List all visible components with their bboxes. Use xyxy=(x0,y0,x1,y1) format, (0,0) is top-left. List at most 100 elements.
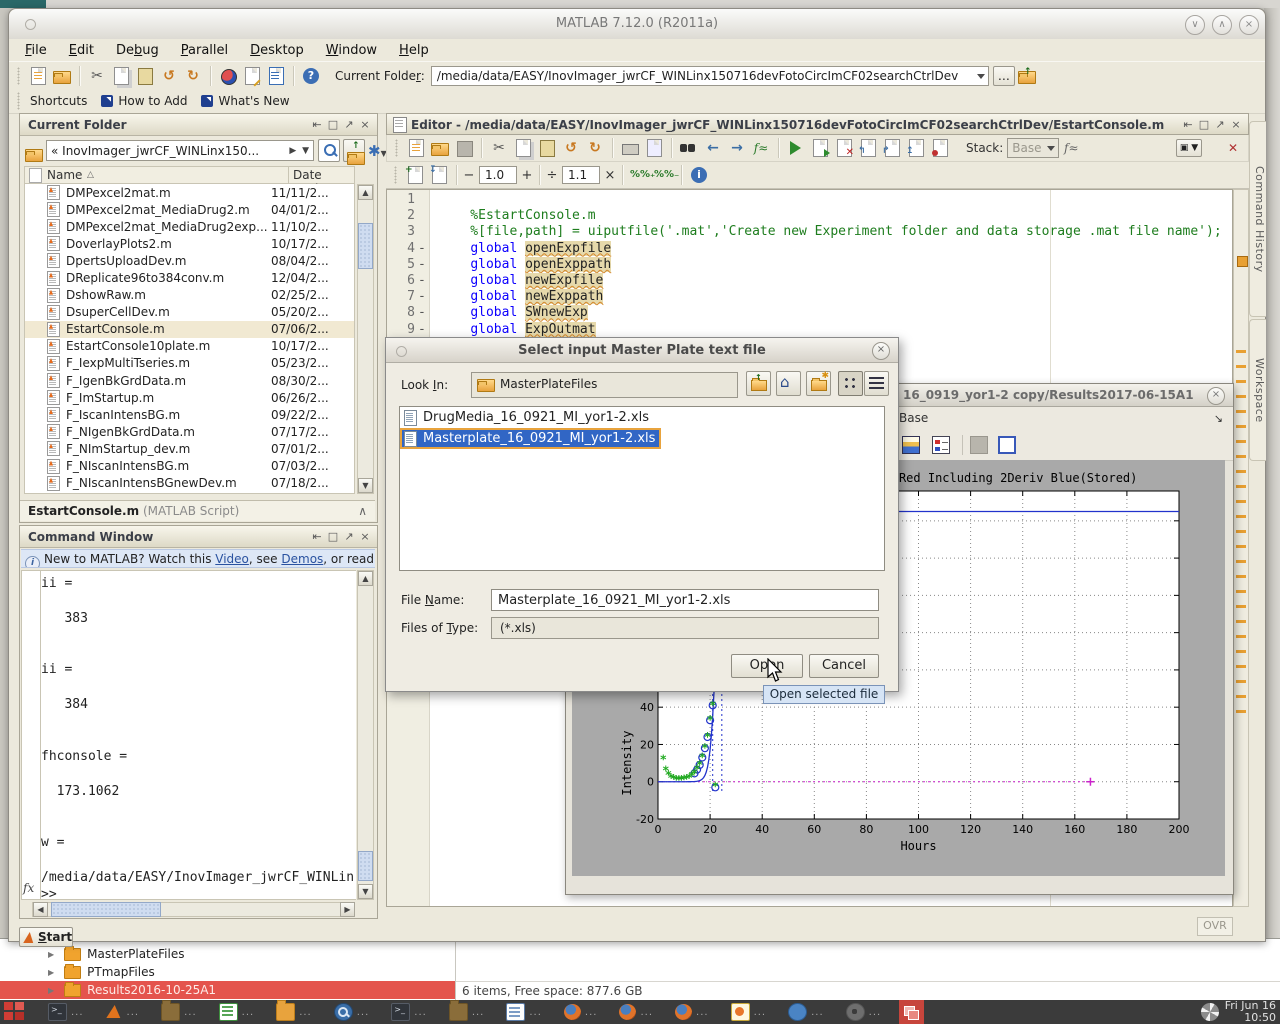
file-row[interactable]: EstartConsole10plate.m10/17/2... xyxy=(25,338,354,355)
mlint-warning-marker[interactable] xyxy=(1236,425,1246,428)
files-of-type-select[interactable]: (*.xls) xyxy=(491,617,879,639)
mlint-warning-marker[interactable] xyxy=(1236,575,1246,578)
editor-message-bar[interactable] xyxy=(1233,189,1249,907)
current-folder-header[interactable]: Current Folder ⇤□↗× xyxy=(20,114,377,136)
copy-icon[interactable] xyxy=(513,138,533,158)
up-one-level-button[interactable]: ↑ xyxy=(746,371,771,396)
file-row[interactable]: DMPexcel2mat.m11/11/2... xyxy=(25,184,354,201)
file-row[interactable]: DpertsUploadDev.m08/04/2... xyxy=(25,252,354,269)
step-out-icon[interactable]: ↥ xyxy=(906,138,926,158)
menu-debug[interactable]: Debug xyxy=(116,43,159,58)
axes-icon[interactable] xyxy=(998,436,1016,454)
guide-icon[interactable] xyxy=(242,66,262,86)
mlint-warning-marker[interactable] xyxy=(1236,545,1246,548)
mlint-warning-marker[interactable] xyxy=(1236,470,1246,473)
cut-icon[interactable]: ✂ xyxy=(489,138,509,158)
help-icon[interactable]: ? xyxy=(301,66,321,86)
menu-file[interactable]: File xyxy=(25,43,47,58)
taskbar-item[interactable]: ... xyxy=(157,1000,201,1024)
dialog-file-row[interactable]: Masterplate_16_0921_MI_yor1-2.xls xyxy=(400,428,661,449)
video-link[interactable]: Video xyxy=(215,552,249,566)
collapse-detail-icon[interactable]: ∧ xyxy=(358,504,367,518)
insert-function-icon[interactable]: f≈ xyxy=(751,138,771,158)
taskbar-item[interactable]: ... xyxy=(330,1000,374,1024)
console-hscrollbar[interactable]: ◀ ▶ xyxy=(32,902,355,917)
close-panel-icon[interactable]: × xyxy=(357,117,373,133)
menu-help[interactable]: Help xyxy=(399,43,429,58)
print-preview-icon[interactable] xyxy=(644,138,664,158)
taskbar-item[interactable]: ... xyxy=(784,1000,828,1024)
scroll-down-icon[interactable]: ▼ xyxy=(358,884,373,899)
exit-debug-icon[interactable]: ✕ xyxy=(834,138,854,158)
divide-step-button[interactable]: ÷ xyxy=(545,168,559,183)
taskbar-item[interactable]: ... xyxy=(615,1000,657,1024)
open-file-icon[interactable] xyxy=(52,66,72,86)
grid-view-button[interactable] xyxy=(838,371,863,396)
dialog-close-icon[interactable]: × xyxy=(872,342,890,360)
legend-icon[interactable] xyxy=(932,436,950,454)
copy-icon[interactable] xyxy=(111,66,131,86)
find-icon[interactable] xyxy=(679,138,699,158)
maximize-panel-icon[interactable]: □ xyxy=(1196,117,1212,133)
insert-cell-icon[interactable]: + xyxy=(405,165,425,185)
breadcrumb[interactable]: « InovImager_jwrCF_WINLinx150...▶ ▼ xyxy=(46,140,314,161)
code-line[interactable]: 3 %[file,path] = uiputfile('.mat','Creat… xyxy=(387,224,1232,240)
menu-desktop[interactable]: Desktop xyxy=(250,43,304,58)
mlint-warning-marker[interactable] xyxy=(1236,440,1246,443)
taskbar-item[interactable]: ... xyxy=(502,1000,546,1024)
taskbar-item[interactable]: ... xyxy=(102,1000,144,1024)
expand-icon[interactable]: ▶ xyxy=(48,968,54,977)
file-row[interactable]: F_IscanIntensBG.m09/22/2... xyxy=(25,406,354,423)
scrollbar-thumb[interactable] xyxy=(358,223,373,269)
shortcut-whats-new[interactable]: What's New xyxy=(218,94,289,108)
code-line[interactable]: 1 xyxy=(387,192,1232,208)
folder-tree-item[interactable]: ▶MasterPlateFiles xyxy=(0,945,455,963)
menu-parallel[interactable]: Parallel xyxy=(181,43,228,58)
file-row[interactable]: DMPexcel2mat_MediaDrug2exp...11/10/2... xyxy=(25,218,354,235)
dialog-file-row[interactable]: DrugMedia_16_0921_MI_yor1-2.xls xyxy=(400,407,655,428)
file-row[interactable]: EstartConsole.m07/06/2... xyxy=(25,321,354,338)
maximize-panel-icon[interactable]: □ xyxy=(325,529,341,545)
new-file-icon[interactable] xyxy=(28,66,48,86)
dialog-file-list[interactable]: DrugMedia_16_0921_MI_yor1-2.xlsMasterpla… xyxy=(399,406,885,571)
toolbar-grip[interactable] xyxy=(395,139,398,157)
figure-close-icon[interactable]: × xyxy=(1207,387,1225,405)
menu-window[interactable]: Window xyxy=(326,43,377,58)
taskbar-item[interactable]: ... xyxy=(727,1000,771,1024)
multiplier-value-field[interactable]: 1.1 xyxy=(562,166,600,184)
paste-icon[interactable] xyxy=(537,138,557,158)
save-icon[interactable] xyxy=(454,138,474,158)
close-document-icon[interactable]: ✕ xyxy=(1228,141,1238,155)
stack-select[interactable]: Base xyxy=(1007,138,1059,158)
code-line[interactable]: 9- global ExpOutmat xyxy=(387,322,1232,338)
app-launcher-icon[interactable] xyxy=(4,1002,30,1022)
folder-tree-item[interactable]: ▶PTmapFiles xyxy=(0,963,455,981)
mlint-warning-marker[interactable] xyxy=(1236,560,1246,563)
step-in-icon[interactable]: ↱ xyxy=(882,138,902,158)
file-row[interactable]: DsuperCellDev.m05/20/2... xyxy=(25,304,354,321)
folder-tree-item[interactable]: ▶Results2016-10-25A1 xyxy=(0,981,455,999)
maximize-panel-icon[interactable]: □ xyxy=(325,117,341,133)
mlint-warning-marker[interactable] xyxy=(1236,695,1246,698)
toolbar-grip[interactable] xyxy=(17,92,20,110)
mlint-warning-marker[interactable] xyxy=(1236,455,1246,458)
scroll-up-icon[interactable]: ▲ xyxy=(358,185,373,200)
console-vscrollbar[interactable]: ▲ ▼ xyxy=(357,570,374,900)
taskbar-item[interactable] xyxy=(899,1000,924,1024)
print-icon[interactable] xyxy=(620,138,640,158)
file-name-input[interactable]: Masterplate_16_0921_MI_yor1-2.xls xyxy=(491,589,879,611)
taskbar-item[interactable]: ... xyxy=(445,1000,489,1024)
scroll-down-icon[interactable]: ▼ xyxy=(358,478,373,493)
back-icon[interactable]: ← xyxy=(703,138,723,158)
scroll-up-icon[interactable]: ▲ xyxy=(358,571,373,586)
mlint-warning-marker[interactable] xyxy=(1236,380,1246,383)
mlint-warning-marker[interactable] xyxy=(1236,605,1246,608)
new-file-icon[interactable] xyxy=(406,138,426,158)
toolbar-grip[interactable] xyxy=(17,67,20,85)
code-line[interactable]: 2 %EstartConsole.m xyxy=(387,208,1232,224)
decrease-step-button[interactable]: − xyxy=(462,168,476,183)
actions-gear-icon[interactable]: ✱▼ xyxy=(368,142,387,160)
file-row[interactable]: F_ImStartup.m06/26/2... xyxy=(25,389,354,406)
search-button[interactable] xyxy=(318,139,340,162)
minimize-button[interactable]: ∨ xyxy=(1185,15,1205,35)
